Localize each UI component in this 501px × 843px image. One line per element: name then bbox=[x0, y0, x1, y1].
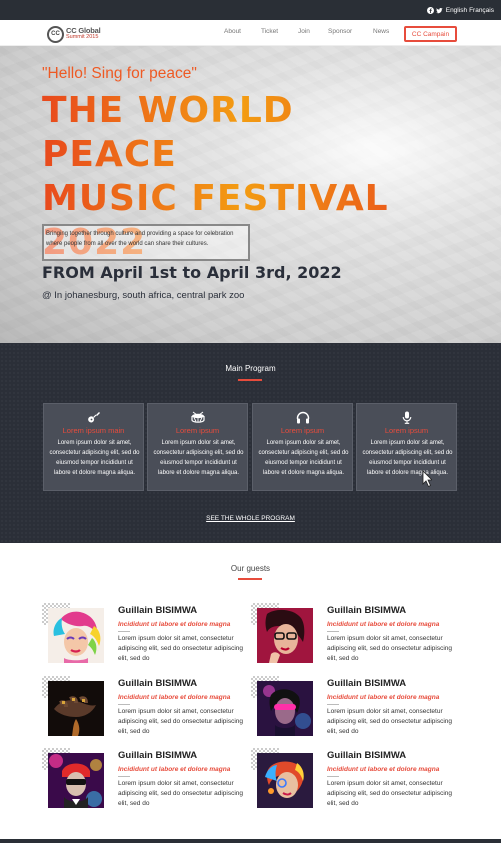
nav-news[interactable]: News bbox=[373, 28, 389, 35]
site-header: CC CC Global Summit 2015 About Ticket Jo… bbox=[0, 20, 501, 46]
guest-card[interactable]: Guillain BISIMWA Incididunt ut labore et… bbox=[42, 603, 262, 669]
nav-join[interactable]: Join bbox=[298, 28, 310, 35]
hero-location: @ In johanesburg, south africa, central … bbox=[42, 290, 245, 301]
program-card[interactable]: Lorem ipsum Lorem ipsum dolor sit amet, … bbox=[147, 403, 248, 491]
guest-card[interactable]: Guillain BISIMWA Incididunt ut labore et… bbox=[251, 748, 471, 814]
guest-role: Incididunt ut labore et dolore magna bbox=[118, 694, 231, 701]
drum-icon bbox=[191, 411, 205, 423]
facebook-icon[interactable] bbox=[426, 7, 434, 14]
program-card[interactable]: Lorem ipsum Lorem ipsum dolor sit amet, … bbox=[252, 403, 353, 491]
guest-card[interactable]: Guillain BISIMWA Incididunt ut labore et… bbox=[42, 748, 262, 814]
guest-photo bbox=[48, 753, 104, 808]
guest-bio: Lorem ipsum dolor sit amet, consectetur … bbox=[118, 708, 244, 735]
guest-photo bbox=[257, 608, 313, 663]
guest-photo bbox=[257, 681, 313, 736]
guest-bio: Lorem ipsum dolor sit amet, consectetur … bbox=[327, 780, 453, 807]
topbar-social-language: English Français bbox=[426, 7, 494, 14]
program-card-text: Lorem ipsum dolor sit amet, consectetur … bbox=[258, 440, 349, 476]
hero-kicker: "Hello! Sing for peace" bbox=[42, 65, 197, 82]
hero-title-line1: THE WORLD PEACE bbox=[42, 90, 294, 175]
guest-photo bbox=[48, 608, 104, 663]
guest-role: Incididunt ut labore et dolore magna bbox=[118, 766, 231, 773]
guest-bio: Lorem ipsum dolor sit amet, consectetur … bbox=[118, 780, 244, 807]
footer-bar bbox=[0, 839, 501, 843]
guest-role: Incididunt ut labore et dolore magna bbox=[327, 766, 440, 773]
program-card[interactable]: Lorem ipsum Lorem ipsum dolor sit amet, … bbox=[356, 403, 457, 491]
guest-separator bbox=[118, 631, 130, 632]
guest-photo bbox=[257, 753, 313, 808]
guest-bio: Lorem ipsum dolor sit amet, consectetur … bbox=[118, 635, 244, 662]
guitar-icon bbox=[88, 412, 100, 423]
see-whole-program-link[interactable]: SEE THE WHOLE PROGRAM bbox=[0, 515, 501, 522]
guest-photo bbox=[48, 681, 104, 736]
headphones-icon bbox=[296, 411, 310, 424]
hero-dates: FROM April 1st to April 3rd, 2022 bbox=[42, 263, 342, 282]
guests-title-underline bbox=[238, 578, 262, 580]
guest-card[interactable]: Guillain BISIMWA Incididunt ut labore et… bbox=[42, 676, 262, 742]
guest-name: Guillain BISIMWA bbox=[118, 750, 198, 761]
program-cards: Lorem ipsum main Lorem ipsum dolor sit a… bbox=[43, 403, 458, 491]
nav-sponsor[interactable]: Sponsor bbox=[328, 28, 352, 35]
campaign-button[interactable]: CC Campain bbox=[404, 26, 457, 42]
guest-separator bbox=[327, 704, 339, 705]
microphone-icon bbox=[402, 411, 412, 424]
program-card-text: Lorem ipsum dolor sit amet, consectetur … bbox=[153, 440, 244, 476]
program-card-title: Lorem ipsum main bbox=[62, 426, 125, 435]
guest-card[interactable]: Guillain BISIMWA Incididunt ut labore et… bbox=[251, 676, 471, 742]
nav-ticket[interactable]: Ticket bbox=[261, 28, 278, 35]
hero-section: "Hello! Sing for peace" THE WORLD PEACE … bbox=[0, 46, 501, 343]
guest-name: Guillain BISIMWA bbox=[327, 678, 407, 689]
hero-description: Bringing together through culture and pr… bbox=[42, 224, 250, 261]
program-title: Main Program bbox=[225, 364, 276, 373]
program-card-title: Lorem ipsum bbox=[280, 426, 325, 435]
program-card[interactable]: Lorem ipsum main Lorem ipsum dolor sit a… bbox=[43, 403, 144, 491]
program-card-title: Lorem ipsum bbox=[175, 426, 220, 435]
guest-name: Guillain BISIMWA bbox=[118, 678, 198, 689]
guest-separator bbox=[118, 704, 130, 705]
nav-about[interactable]: About bbox=[224, 28, 241, 35]
program-section: Main Program Lorem ipsum main Lorem ipsu… bbox=[0, 343, 501, 543]
guest-name: Guillain BISIMWA bbox=[327, 605, 407, 616]
twitter-icon[interactable] bbox=[435, 7, 443, 14]
language-french[interactable]: Français bbox=[469, 7, 494, 14]
guest-name: Guillain BISIMWA bbox=[327, 750, 407, 761]
guest-card[interactable]: Guillain BISIMWA Incididunt ut labore et… bbox=[251, 603, 471, 669]
guests-title: Our guests bbox=[230, 564, 271, 573]
guest-separator bbox=[327, 631, 339, 632]
program-card-title: Lorem ipsum bbox=[384, 426, 429, 435]
program-card-text: Lorem ipsum dolor sit amet, consectetur … bbox=[49, 440, 140, 476]
top-bar: English Français bbox=[0, 0, 501, 20]
guest-separator bbox=[118, 776, 130, 777]
mouse-cursor-icon bbox=[422, 470, 432, 488]
guest-role: Incididunt ut labore et dolore magna bbox=[327, 694, 440, 701]
guest-name: Guillain BISIMWA bbox=[118, 605, 198, 616]
guest-separator bbox=[327, 776, 339, 777]
guest-bio: Lorem ipsum dolor sit amet, consectetur … bbox=[327, 708, 453, 735]
guest-role: Incididunt ut labore et dolore magna bbox=[327, 621, 440, 628]
program-card-text: Lorem ipsum dolor sit amet, consectetur … bbox=[362, 440, 453, 476]
hero-title-line2: MUSIC FESTIVAL bbox=[42, 178, 389, 219]
language-english[interactable]: English bbox=[446, 7, 467, 14]
guest-role: Incididunt ut labore et dolore magna bbox=[118, 621, 231, 628]
program-title-underline bbox=[238, 379, 262, 381]
guest-bio: Lorem ipsum dolor sit amet, consectetur … bbox=[327, 635, 453, 662]
